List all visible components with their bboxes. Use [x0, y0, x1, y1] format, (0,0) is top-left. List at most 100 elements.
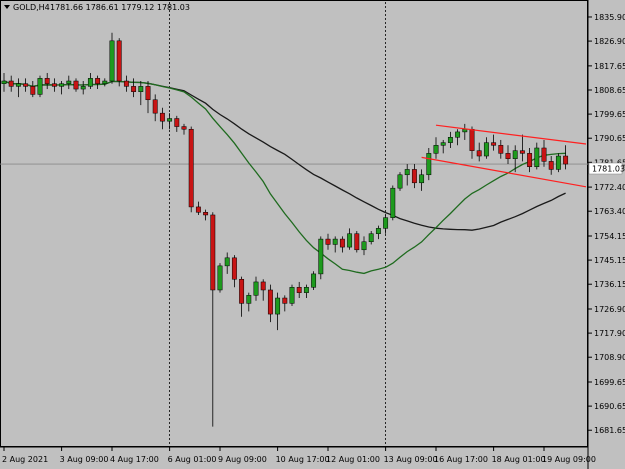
candle[interactable] — [116, 38, 122, 87]
candle-body — [15, 83, 21, 87]
candle-body — [361, 241, 367, 251]
candle-body — [203, 212, 209, 216]
price-tick-label: 1736.15 — [594, 280, 625, 289]
price-tick-label: 1690.65 — [594, 402, 625, 411]
candle-body — [167, 118, 173, 122]
candle-body — [181, 126, 187, 130]
candle-body — [59, 83, 65, 87]
candle[interactable] — [37, 75, 43, 98]
candle-body — [109, 40, 115, 82]
candle-body — [152, 99, 158, 114]
candle-body — [555, 155, 561, 170]
candle[interactable] — [354, 231, 360, 253]
candle-body — [1, 80, 7, 84]
candle-body — [116, 40, 122, 82]
time-tick-label: 3 Aug 09:00 — [60, 455, 109, 464]
candle-body — [332, 238, 338, 245]
candle-body — [145, 86, 151, 101]
candle-body — [80, 86, 86, 90]
candle-body — [498, 145, 504, 154]
price-tick-label: 1745.15 — [594, 256, 625, 265]
candle-body — [239, 279, 245, 304]
candle-body — [534, 147, 540, 167]
candle-body — [66, 80, 72, 84]
candle-body — [476, 150, 482, 157]
candle[interactable] — [289, 284, 295, 307]
candle-body — [87, 78, 93, 87]
candle-body — [519, 150, 525, 154]
candle-body — [505, 153, 511, 159]
candle-body — [95, 78, 101, 84]
chart-background — [0, 0, 625, 469]
candle[interactable] — [397, 172, 403, 191]
candle-body — [188, 128, 194, 208]
candle-body — [289, 287, 295, 304]
candle-body — [210, 214, 216, 291]
time-tick-label: 4 Aug 17:00 — [110, 455, 159, 464]
candle-body — [246, 295, 252, 304]
candle-body — [282, 297, 288, 304]
candle-body — [253, 281, 259, 296]
chart-header: GOLD,H4 1781.66 1786.61 1779.12 1781.03 — [4, 3, 190, 12]
candle-body — [123, 80, 129, 87]
candle[interactable] — [311, 271, 317, 290]
candle-body — [483, 142, 489, 157]
candle-body — [354, 233, 360, 251]
price-tick-label: 1817.65 — [594, 62, 625, 71]
candle-body — [318, 238, 324, 275]
candle-body — [455, 131, 461, 138]
chart-window[interactable]: 1835.90 1826.90 1817.65 1808.65 1799.65 1790.… — [0, 0, 625, 469]
time-tick-label: 9 Aug 09:00 — [218, 455, 267, 464]
symbol-timeframe-label: GOLD,H4 — [13, 3, 50, 12]
candle-body — [491, 142, 497, 146]
time-tick-label: 13 Aug 09:00 — [384, 455, 438, 464]
price-tick-label: 1826.90 — [594, 37, 625, 46]
time-tick-label: 10 Aug 17:00 — [276, 455, 330, 464]
candle-body — [541, 147, 547, 162]
price-tick-label: 1808.65 — [594, 86, 625, 95]
time-tick-label: 6 Aug 01:00 — [168, 455, 217, 464]
price-tick-label: 1772.40 — [594, 183, 625, 192]
candle[interactable] — [390, 185, 396, 221]
candle-body — [339, 238, 345, 248]
price-chart[interactable]: 1835.90 1826.90 1817.65 1808.65 1799.65 1790.… — [0, 0, 625, 469]
candle-body — [469, 128, 475, 151]
candle-body — [73, 80, 79, 90]
candle-body — [303, 287, 309, 293]
time-tick-label: 19 Aug 09:00 — [542, 455, 596, 464]
candle[interactable] — [188, 126, 194, 213]
price-tick-label: 1763.40 — [594, 207, 625, 216]
candle-body — [224, 257, 230, 267]
ohlc-readout: 1781.66 1786.61 1779.12 1781.03 — [50, 3, 190, 12]
candle-body — [159, 112, 165, 122]
time-tick-label: 2 Aug 2021 — [2, 455, 48, 464]
candle-body — [30, 86, 36, 95]
candle-body — [347, 233, 353, 248]
candle[interactable] — [555, 153, 561, 173]
candle-body — [433, 145, 439, 154]
candle-body — [411, 169, 417, 184]
price-tick-label: 1717.90 — [594, 329, 625, 338]
candle-body — [404, 169, 410, 176]
candle-body — [217, 265, 223, 291]
candle-body — [426, 153, 432, 176]
price-tick-label: 1681.65 — [594, 426, 625, 435]
candle[interactable] — [318, 236, 324, 280]
candle-body — [462, 128, 468, 133]
candle-body — [527, 153, 533, 167]
price-tick-label: 1799.65 — [594, 110, 625, 119]
candle-body — [311, 273, 317, 288]
time-tick-label: 12 Aug 01:00 — [326, 455, 380, 464]
candle[interactable] — [217, 263, 223, 293]
candle-body — [397, 174, 403, 189]
candle-body — [102, 80, 108, 84]
candle-body — [563, 155, 569, 165]
price-tick-label: 1835.90 — [594, 13, 625, 22]
candle-body — [267, 289, 273, 315]
price-tick-label: 1726.90 — [594, 305, 625, 314]
candle-body — [131, 86, 137, 92]
candle-body — [419, 174, 425, 184]
price-tick-label: 1754.15 — [594, 232, 625, 241]
time-tick-label: 18 Aug 01:00 — [492, 455, 546, 464]
candle-body — [440, 142, 446, 146]
